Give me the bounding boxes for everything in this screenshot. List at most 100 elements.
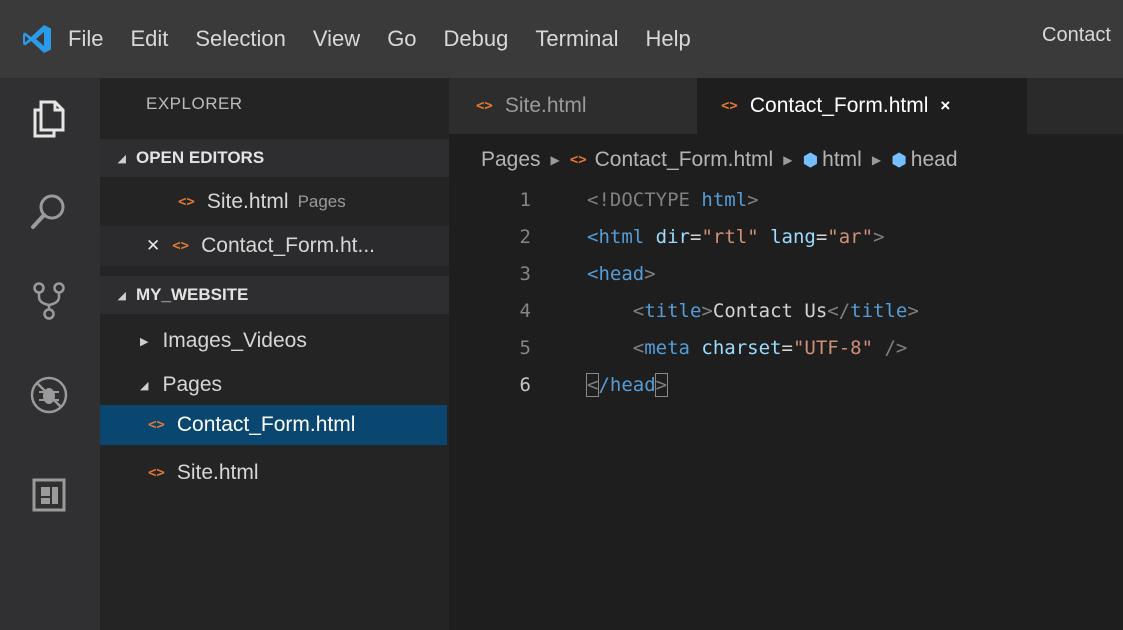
token-string: "UTF-8" <box>792 337 874 359</box>
menu-edit[interactable]: Edit <box>130 26 168 52</box>
token-punct: /> <box>873 337 908 359</box>
folder-images-videos[interactable]: ▶ Images_Videos <box>100 321 449 361</box>
file-site[interactable]: <> Site.html <box>100 453 449 493</box>
chevron-right-icon: ▶ <box>783 153 793 167</box>
menu-view[interactable]: View <box>313 26 360 52</box>
menu-file[interactable]: File <box>68 26 103 52</box>
explorer-sidebar: EXPLORER ◢ OPEN EDITORS <> Site.html Pag… <box>100 78 449 630</box>
token-punct: > <box>644 263 656 285</box>
menu-terminal[interactable]: Terminal <box>535 26 618 52</box>
token-punct: > <box>873 226 885 248</box>
search-icon[interactable] <box>22 184 76 238</box>
html-file-icon: <> <box>569 152 587 168</box>
workspace-header[interactable]: ◢ MY_WEBSITE <box>100 276 449 314</box>
line-content: <title>Contact Us</title> <box>587 300 919 322</box>
menu-bar: File Edit Selection View Go Debug Termin… <box>0 0 1123 78</box>
token-punct: < <box>632 300 645 322</box>
folder-images-videos-label: Images_Videos <box>162 329 307 352</box>
line-content: <!DOCTYPE html> <box>587 189 759 211</box>
token-punct: > <box>701 300 713 322</box>
tab-site-html-label: Site.html <box>504 94 587 117</box>
open-editors-header[interactable]: ◢ OPEN EDITORS <box>100 139 449 177</box>
html-file-icon: <> <box>148 465 165 481</box>
file-contact-form-label: Contact_Form.html <box>176 413 356 436</box>
token-string: "ar" <box>827 226 874 248</box>
tab-contact-form-html[interactable]: <> Contact_Form.html × <box>697 78 1027 134</box>
token-tag: head <box>598 263 645 285</box>
menu-debug[interactable]: Debug <box>444 26 509 52</box>
line-content: <html dir="rtl" lang="ar"> <box>587 226 885 248</box>
token-punct: < <box>632 337 645 359</box>
token-punct: < <box>585 373 600 397</box>
editor-tabs: <> Site.html <> Contact_Form.html × <box>449 78 1123 134</box>
line-number: 6 <box>519 374 531 396</box>
open-editor-contact-form[interactable]: ✕ <> Contact_Form.ht... <box>100 226 449 266</box>
open-editor-contact-form-label: Contact_Form.ht... <box>201 234 376 257</box>
token-punct: < <box>587 226 599 248</box>
line-content: <head> <box>587 263 656 285</box>
breadcrumb-pages[interactable]: Pages <box>481 148 541 172</box>
token-attr: lang <box>758 226 816 248</box>
folder-pages[interactable]: ◢ Pages <box>100 365 449 405</box>
open-editors-label: OPEN EDITORS <box>136 148 265 167</box>
chevron-down-icon: ◢ <box>117 289 126 302</box>
code-line: 5 <meta charset="UTF-8" /> <box>449 330 908 366</box>
line-content: </head> <box>585 373 669 397</box>
token-attr: dir <box>644 226 690 248</box>
code-line: 3 <head> <box>449 256 656 292</box>
vscode-logo-icon <box>14 0 60 78</box>
symbol-element-icon: ⬢ <box>891 149 907 170</box>
token-punct: = <box>815 226 828 248</box>
breadcrumb-file[interactable]: Contact_Form.html <box>595 148 774 172</box>
token-punct: > <box>907 300 919 322</box>
token-punct: > <box>747 189 759 211</box>
breadcrumb: Pages ▶ <> Contact_Form.html ▶ ⬢ html ▶ … <box>481 144 958 176</box>
debug-icon[interactable] <box>22 368 76 422</box>
close-icon[interactable]: ✕ <box>146 236 160 256</box>
line-number: 2 <box>519 226 531 248</box>
code-line: 1 <!DOCTYPE html> <box>449 182 759 218</box>
menu-help[interactable]: Help <box>646 26 691 52</box>
token-punct: </ <box>827 300 851 322</box>
token-string: "rtl" <box>701 226 759 248</box>
breadcrumb-html[interactable]: html <box>822 148 862 172</box>
tab-close-icon[interactable]: × <box>940 96 950 116</box>
token-punct: = <box>689 226 702 248</box>
chevron-down-icon: ◢ <box>140 379 149 392</box>
code-line: 2 <html dir="rtl" lang="ar"> <box>449 219 885 255</box>
symbol-element-icon: ⬢ <box>802 149 819 170</box>
breadcrumb-head[interactable]: head <box>911 148 958 172</box>
open-editor-site-label: Site.html <box>206 190 289 213</box>
menu-go[interactable]: Go <box>387 26 416 52</box>
source-control-icon[interactable] <box>22 274 76 328</box>
code-line: 6 </head> <box>449 367 669 403</box>
token-punct: > <box>654 373 669 397</box>
token-punct: = <box>781 337 793 359</box>
line-number: 5 <box>519 337 531 359</box>
window-title: Contact <box>1042 24 1111 46</box>
chevron-right-icon: ▶ <box>871 153 882 167</box>
token-tag: meta <box>644 337 690 359</box>
token-doctype: <!DOCTYPE <box>587 189 690 211</box>
token-tag: html <box>598 226 645 248</box>
html-file-icon: <> <box>148 417 165 433</box>
html-file-icon: <> <box>178 194 195 210</box>
workspace-label: MY_WEBSITE <box>136 285 249 304</box>
extensions-icon[interactable] <box>22 468 76 522</box>
token-tag: /head <box>598 374 656 396</box>
menu-selection[interactable]: Selection <box>195 26 286 52</box>
tab-site-html[interactable]: <> Site.html <box>449 78 697 134</box>
code-line: 4 <title>Contact Us</title> <box>449 293 919 329</box>
editor-area: <> Site.html <> Contact_Form.html × Page… <box>449 78 1123 630</box>
menu-items: File Edit Selection View Go Debug Termin… <box>68 0 718 78</box>
explorer-title: EXPLORER <box>146 94 243 113</box>
token-punct: < <box>587 263 599 285</box>
chevron-right-icon: ▶ <box>550 153 560 167</box>
file-contact-form[interactable]: <> Contact_Form.html <box>100 405 447 445</box>
token-tag: html <box>689 189 748 211</box>
open-editor-site-folder: Pages <box>297 192 346 211</box>
files-icon[interactable] <box>22 92 76 146</box>
open-editor-site[interactable]: <> Site.html Pages <box>100 182 449 222</box>
html-file-icon: <> <box>721 98 738 114</box>
